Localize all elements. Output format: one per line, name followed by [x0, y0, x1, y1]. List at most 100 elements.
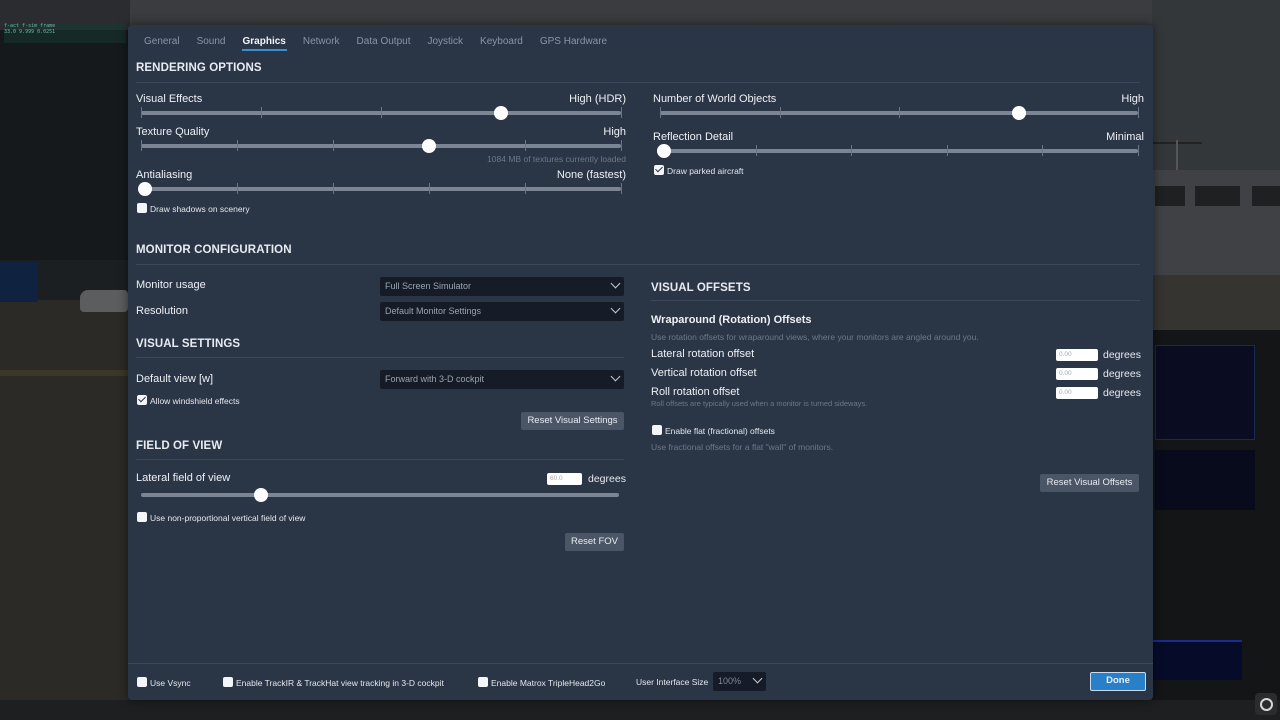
slider-tick: [1138, 107, 1139, 118]
non-proportional-fov-checkbox[interactable]: [137, 512, 147, 522]
tarmac: [0, 300, 130, 720]
resolution-value: Default Monitor Settings: [385, 306, 482, 316]
lateral-fov-slider[interactable]: [141, 488, 619, 502]
slider-track[interactable]: [141, 187, 621, 191]
monitor-usage-label: Monitor usage: [136, 279, 206, 291]
slider-thumb[interactable]: [494, 106, 508, 120]
terminal-building: [0, 30, 130, 260]
slider-thumb[interactable]: [657, 144, 671, 158]
flat-offsets-checkbox[interactable]: [652, 425, 662, 435]
settings-tabs: General Sound Graphics Network Data Outp…: [128, 25, 1153, 55]
lateral-rotation-input[interactable]: 0.00: [1056, 349, 1098, 361]
world-objects-value: High: [1121, 93, 1144, 105]
slider-track[interactable]: [141, 493, 619, 497]
flat-offsets-label: Enable flat (fractional) offsets: [665, 426, 775, 436]
draw-parked-aircraft-checkbox[interactable]: [654, 165, 664, 175]
ground-cart: [80, 290, 128, 312]
sim-settings-button[interactable]: [1255, 693, 1277, 715]
chevron-down-icon: [610, 278, 621, 289]
trackir-label: Enable TrackIR & TrackHat view tracking …: [236, 678, 444, 688]
draw-parked-aircraft-label: Draw parked aircraft: [667, 166, 744, 176]
vertical-rotation-label: Vertical rotation offset: [651, 367, 757, 379]
ring-icon: [1259, 697, 1273, 711]
matrox-checkbox[interactable]: [478, 677, 488, 687]
antialiasing-slider[interactable]: [138, 182, 622, 196]
navigation-display-lower: [1155, 450, 1255, 510]
section-divider: [136, 82, 1140, 83]
slider-tick: [1042, 145, 1044, 156]
antialiasing-label: Antialiasing: [136, 169, 193, 181]
reflection-detail-slider[interactable]: [657, 144, 1139, 158]
slider-thumb[interactable]: [1011, 106, 1026, 120]
window: [1195, 186, 1240, 206]
rendering-options-title: RENDERING OPTIONS: [136, 62, 262, 74]
texture-memory-hint: 1084 MB of textures currently loaded: [487, 154, 626, 164]
slider-tick: [851, 145, 853, 156]
section-divider: [651, 300, 1140, 301]
tab-keyboard[interactable]: Keyboard: [480, 25, 523, 55]
slider-thumb[interactable]: [422, 139, 436, 153]
trackir-checkbox[interactable]: [223, 677, 233, 687]
ui-size-label: User Interface Size: [636, 677, 709, 687]
tab-graphics[interactable]: Graphics: [241, 25, 288, 55]
slider-tick: [333, 183, 334, 194]
reset-visual-settings-button[interactable]: Reset Visual Settings: [521, 412, 624, 430]
lateral-rotation-label: Lateral rotation offset: [651, 348, 755, 360]
world-objects-slider[interactable]: [660, 106, 1139, 120]
light-pole: [1176, 140, 1178, 170]
tarmac-right: [1152, 275, 1280, 330]
slider-thumb[interactable]: [138, 182, 152, 196]
lateral-fov-label: Lateral field of view: [136, 472, 231, 484]
tab-gps-hardware[interactable]: GPS Hardware: [540, 25, 607, 55]
tab-sound[interactable]: Sound: [197, 25, 226, 55]
slider-tick: [946, 145, 948, 156]
slider-tick: [755, 145, 757, 156]
lateral-fov-unit: degrees: [588, 473, 626, 485]
vsync-checkbox[interactable]: [137, 677, 147, 687]
vertical-rotation-input[interactable]: 0.00: [1056, 368, 1098, 380]
texture-quality-slider[interactable]: [141, 139, 622, 153]
section-divider: [136, 357, 624, 358]
roll-rotation-input[interactable]: 0.00: [1056, 387, 1098, 399]
visual-effects-label: Visual Effects: [136, 93, 203, 105]
lateral-fov-input[interactable]: 60.0: [547, 473, 582, 485]
chevron-down-icon: [610, 371, 621, 382]
resolution-select[interactable]: Default Monitor Settings: [380, 302, 624, 321]
tab-network[interactable]: Network: [303, 25, 340, 55]
slider-tick: [899, 107, 900, 118]
ui-size-value: 100%: [718, 676, 742, 686]
slider-tick: [525, 140, 526, 151]
field-of-view-title: FIELD OF VIEW: [136, 440, 223, 452]
footer-divider: [128, 663, 1153, 664]
window: [1252, 186, 1280, 206]
resolution-label: Resolution: [136, 305, 188, 317]
antialiasing-value: None (fastest): [556, 169, 626, 181]
wraparound-offsets-title: Wraparound (Rotation) Offsets: [651, 314, 812, 326]
slider-tick: [621, 107, 622, 118]
vsync-label: Use Vsync: [150, 678, 191, 688]
slider-track[interactable]: [141, 144, 621, 148]
slider-track[interactable]: [660, 149, 1138, 153]
roll-rotation-hint: Roll offsets are typically used when a m…: [651, 399, 868, 408]
done-button[interactable]: Done: [1090, 672, 1146, 691]
slider-tick: [621, 183, 622, 194]
reset-visual-offsets-button[interactable]: Reset Visual Offsets: [1040, 474, 1139, 492]
slider-thumb[interactable]: [253, 488, 268, 502]
texture-quality-value: High: [603, 126, 626, 138]
default-view-select[interactable]: Forward with 3-D cockpit: [380, 370, 624, 389]
monitor-usage-select[interactable]: Full Screen Simulator: [380, 277, 624, 296]
visual-effects-slider[interactable]: [141, 106, 622, 120]
vertical-rotation-unit: degrees: [1103, 368, 1141, 380]
windshield-effects-label: Allow windshield effects: [150, 396, 240, 406]
section-divider: [136, 264, 1140, 265]
reset-fov-button[interactable]: Reset FOV: [565, 533, 624, 551]
tab-data-output[interactable]: Data Output: [357, 25, 411, 55]
slider-tick: [141, 107, 142, 118]
windshield-effects-checkbox[interactable]: [137, 395, 147, 405]
tab-joystick[interactable]: Joystick: [427, 25, 463, 55]
tab-general[interactable]: General: [144, 25, 180, 55]
reflection-detail-label: Reflection Detail: [653, 131, 734, 143]
ui-size-select[interactable]: 100%: [713, 672, 766, 691]
draw-shadows-checkbox[interactable]: [137, 203, 147, 213]
draw-shadows-label: Draw shadows on scenery: [150, 204, 250, 214]
